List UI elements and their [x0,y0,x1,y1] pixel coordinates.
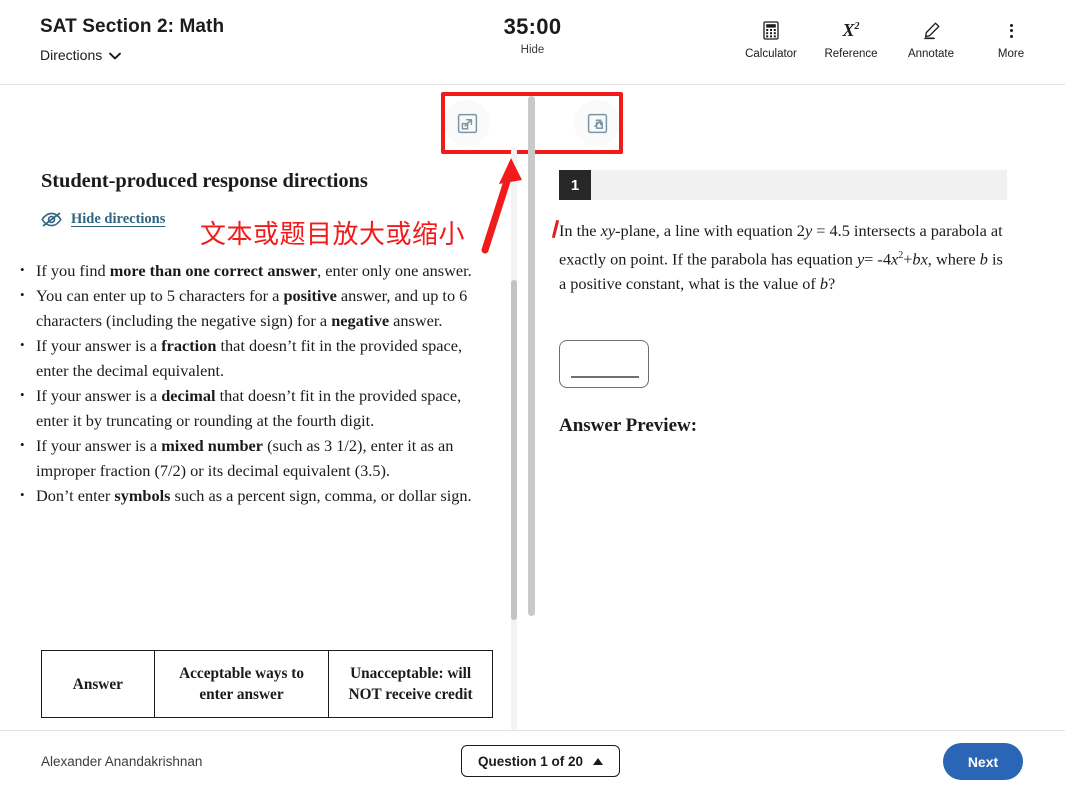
table-header-unacceptable: Unacceptable: will NOT receive credit [328,650,493,718]
reference-button[interactable]: X2 Reference [811,20,891,60]
answer-format-table: Answer Acceptable ways to enter answer U… [41,650,493,718]
app-header: SAT Section 2: Math Directions 35:00 Hid… [0,0,1065,84]
hide-timer-button[interactable]: Hide [521,44,545,56]
question-panel: 1 In the xy-plane, a line with equation … [541,150,1065,730]
annotate-button[interactable]: Annotate [891,20,971,60]
student-name: Alexander Anandakrishnan [41,754,203,769]
more-label: More [997,48,1025,60]
chevron-down-icon [109,52,122,59]
next-button[interactable]: Next [943,743,1023,780]
answer-input[interactable] [559,340,649,388]
more-button[interactable]: More [971,20,1051,60]
more-vertical-icon [1009,20,1013,41]
directions-bullet: If your answer is a mixed number (such a… [20,432,494,483]
x-squared-icon: X2 [842,20,860,40]
page-title: SAT Section 2: Math [40,16,225,37]
panel-splitter-handle[interactable] [528,96,535,616]
hide-directions-link[interactable]: Hide directions [41,211,165,228]
app-footer: Alexander Anandakrishnan Question 1 of 2… [0,731,1065,798]
zoom-in-button[interactable] [444,100,490,146]
collapse-arrow-icon [587,113,607,133]
hide-directions-label: Hide directions [71,211,166,227]
question-navigator-label: Question 1 of 20 [478,753,584,769]
left-panel-scrollbar[interactable] [511,148,517,730]
calculator-icon [763,20,779,41]
table-row: Answer Acceptable ways to enter answer U… [41,650,493,718]
directions-dropdown-button[interactable]: Directions [40,47,122,63]
question-navigator-button[interactable]: Question 1 of 20 [461,745,621,777]
header-divider [0,84,1065,85]
question-number-badge: 1 [559,170,591,200]
question-text: In the xy-plane, a line with equation 2y… [559,221,1003,294]
table-header-acceptable: Acceptable ways to enter answer [153,650,330,718]
directions-bullet: If your answer is a fraction that doesn’… [20,332,494,383]
scrollbar-thumb[interactable] [511,280,517,620]
directions-panel: Student-produced response directions Hid… [0,150,520,730]
directions-heading: Student-produced response directions [41,170,368,192]
table-header-answer: Answer [41,650,155,718]
directions-bullet: If you find more than one correct answer… [20,257,494,283]
expand-arrow-icon [457,113,477,133]
directions-label: Directions [40,47,103,63]
calculator-label: Calculator [745,48,797,60]
question-header-bar [559,170,1007,200]
calculator-button[interactable]: Calculator [731,20,811,60]
answer-preview-label: Answer Preview: [559,415,698,436]
sat-bluebook-app: SAT Section 2: Math Directions 35:00 Hid… [0,0,1065,798]
answer-input-underline [571,376,639,378]
directions-bullet: You can enter up to 5 characters for a p… [20,282,494,333]
highlighter-pen-icon [922,20,941,41]
directions-bullet: If your answer is a decimal that doesn’t… [20,382,494,433]
directions-bullet: Don’t enter symbols such as a percent si… [20,482,494,508]
triangle-up-icon [593,757,604,765]
toolbar: Calculator X2 Reference Annotate More [731,20,1051,60]
reference-label: Reference [824,48,878,60]
directions-bullet-list: If you find more than one correct answer… [20,257,494,508]
zoom-out-button[interactable] [574,100,620,146]
annotate-label: Annotate [907,48,955,60]
eye-off-icon [41,212,62,227]
